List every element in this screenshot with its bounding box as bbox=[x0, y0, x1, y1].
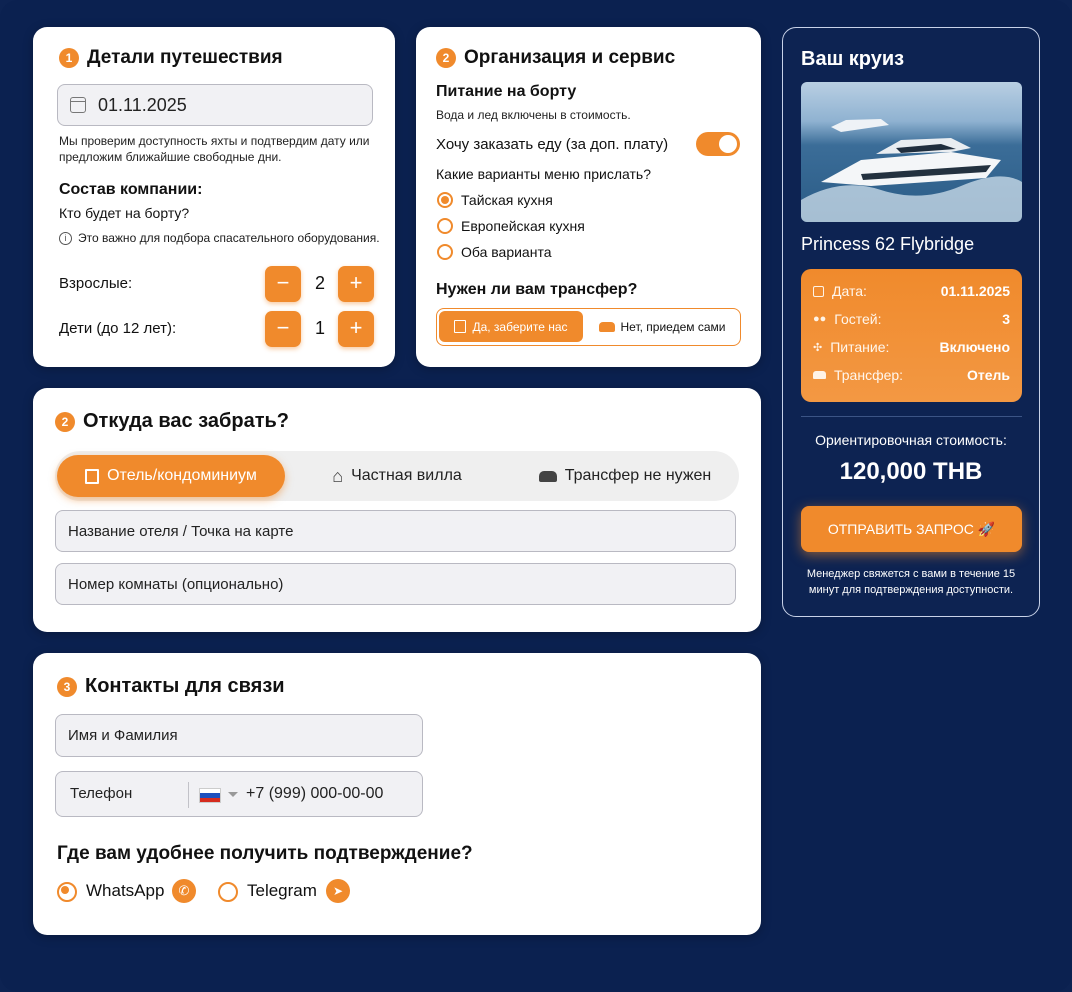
food-title: Питание на борту bbox=[436, 83, 577, 100]
pickup-type-tabs: Отель/кондоминиум ⌂ Частная вилла Трансф… bbox=[55, 451, 739, 501]
kids-value: 1 bbox=[314, 318, 325, 338]
step-badge: 1 bbox=[59, 48, 79, 68]
yacht-photo bbox=[801, 82, 1022, 222]
cruise-summary-panel: Ваш круиз Princess 62 Flybridge Дата: 01… bbox=[782, 27, 1040, 617]
info-icon: i bbox=[59, 231, 72, 245]
name-input[interactable]: Имя и Фамилия bbox=[55, 714, 423, 757]
hotel-name-input[interactable]: Название отеля / Точка на карте bbox=[55, 510, 736, 552]
summary-divider bbox=[801, 416, 1022, 417]
car-icon bbox=[598, 321, 615, 332]
trip-details-card: 1 Детали путешествия 01.11.2025 Мы прове… bbox=[33, 27, 395, 367]
tab-hotel[interactable]: Отель/кондоминиум bbox=[57, 455, 285, 497]
transfer-no-button[interactable]: Нет, приедем сами bbox=[587, 311, 737, 342]
menu-question: Какие варианты меню прислать? bbox=[436, 166, 651, 182]
company-title: Состав компании: bbox=[59, 181, 203, 198]
adults-label: Взрослые: bbox=[59, 275, 133, 292]
order-food-toggle[interactable] bbox=[696, 132, 740, 156]
safety-note-row: i Это важно для подбора спасательного об… bbox=[59, 231, 380, 245]
kids-minus-button[interactable]: − bbox=[265, 311, 301, 347]
summary-title: Ваш круиз bbox=[801, 48, 905, 70]
trip-details-title: 1 Детали путешествия bbox=[59, 47, 283, 69]
phone-input[interactable]: +7 (999) 000-00-00 bbox=[246, 785, 383, 803]
phone-field[interactable]: Телефон +7 (999) 000-00-00 bbox=[55, 771, 423, 817]
menu-radio-thai[interactable] bbox=[437, 192, 453, 208]
yacht-illustration bbox=[801, 119, 1022, 222]
confirm-question: Где вам удобнее получить подтверждение? bbox=[57, 843, 473, 864]
adults-minus-button[interactable]: − bbox=[265, 266, 301, 302]
whatsapp-label: WhatsApp bbox=[86, 881, 165, 900]
room-number-input[interactable]: Номер комнаты (опционально) bbox=[55, 563, 736, 605]
food-icon: ✣ bbox=[813, 341, 823, 354]
hotel-icon bbox=[85, 468, 100, 484]
calendar-icon bbox=[813, 285, 824, 297]
calendar-icon bbox=[70, 97, 86, 113]
pickup-card: 2 Откуда вас забрать? Отель/кондоминиум … bbox=[33, 388, 761, 632]
whatsapp-radio[interactable] bbox=[57, 882, 77, 902]
summary-row-food: ✣ Питание: Включено bbox=[813, 339, 1010, 355]
menu-option-european: Европейская кухня bbox=[461, 218, 585, 234]
date-field[interactable]: 01.11.2025 bbox=[57, 84, 373, 126]
service-title: 2 Организация и сервис bbox=[436, 47, 675, 69]
car-icon bbox=[538, 470, 557, 482]
whatsapp-icon: ✆ bbox=[172, 879, 196, 903]
home-icon: ⌂ bbox=[332, 465, 344, 486]
guests-icon: ●● bbox=[813, 313, 827, 325]
country-flag-icon[interactable] bbox=[199, 788, 221, 803]
contacts-card: 3 Контакты для связи Имя и Фамилия Телеф… bbox=[33, 653, 761, 935]
telegram-radio[interactable] bbox=[218, 882, 238, 902]
hotel-icon bbox=[454, 320, 467, 333]
menu-option-thai: Тайская кухня bbox=[461, 192, 553, 208]
submit-request-button[interactable]: ОТПРАВИТЬ ЗАПРОС 🚀 bbox=[801, 506, 1022, 552]
phone-label: Телефон bbox=[70, 785, 133, 802]
food-note: Вода и лед включены в стоимость. bbox=[436, 108, 631, 122]
contacts-title: 3 Контакты для связи bbox=[57, 675, 285, 698]
price-value: 120,000 THB bbox=[839, 458, 983, 485]
adults-plus-button[interactable]: + bbox=[338, 266, 374, 302]
step-badge: 3 bbox=[57, 676, 77, 697]
summary-row-date: Дата: 01.11.2025 bbox=[813, 283, 1010, 299]
transfer-toggle-group: Да, заберите нас Нет, приедем сами bbox=[436, 308, 741, 346]
date-value: 01.11.2025 bbox=[98, 94, 187, 115]
adults-value: 2 bbox=[314, 273, 325, 293]
car-icon bbox=[813, 371, 826, 379]
transfer-yes-button[interactable]: Да, заберите нас bbox=[439, 311, 583, 342]
order-food-label: Хочу заказать еду (за доп. плату) bbox=[436, 136, 669, 153]
chevron-down-icon[interactable] bbox=[228, 792, 238, 797]
telegram-label: Telegram bbox=[247, 881, 317, 900]
summary-row-guests: ●● Гостей: 3 bbox=[813, 311, 1010, 327]
date-note: Мы проверим доступность яхты и подтверди… bbox=[59, 134, 370, 164]
company-question: Кто будет на борту? bbox=[59, 205, 190, 221]
pickup-title: 2 Откуда вас забрать? bbox=[55, 410, 289, 433]
menu-radio-european[interactable] bbox=[437, 218, 453, 234]
manager-note: Менеджер свяжется с вами в течение 15 ми… bbox=[806, 568, 1016, 596]
kids-plus-button[interactable]: + bbox=[338, 311, 374, 347]
field-divider bbox=[188, 782, 189, 808]
kids-label: Дети (до 12 лет): bbox=[59, 320, 177, 337]
menu-radio-both[interactable] bbox=[437, 244, 453, 260]
step-badge: 2 bbox=[55, 411, 75, 432]
menu-option-both: Оба варианта bbox=[461, 244, 552, 260]
summary-row-transfer: Трансфер: Отель bbox=[813, 367, 1010, 383]
yacht-name: Princess 62 Flybridge bbox=[801, 234, 975, 254]
summary-details-box: Дата: 01.11.2025 ●● Гостей: 3 ✣ Питание: В… bbox=[801, 269, 1022, 402]
service-card: 2 Организация и сервис Питание на борту … bbox=[416, 27, 761, 367]
step-badge: 2 bbox=[436, 48, 456, 68]
transfer-title: Нужен ли вам трансфер? bbox=[436, 281, 638, 298]
telegram-icon: ➤ bbox=[326, 879, 350, 903]
price-label: Ориентировочная стоимость: bbox=[815, 432, 1007, 448]
tab-no-transfer[interactable]: Трансфер не нужен bbox=[515, 455, 735, 497]
tab-villa[interactable]: ⌂ Частная вилла bbox=[287, 455, 507, 497]
